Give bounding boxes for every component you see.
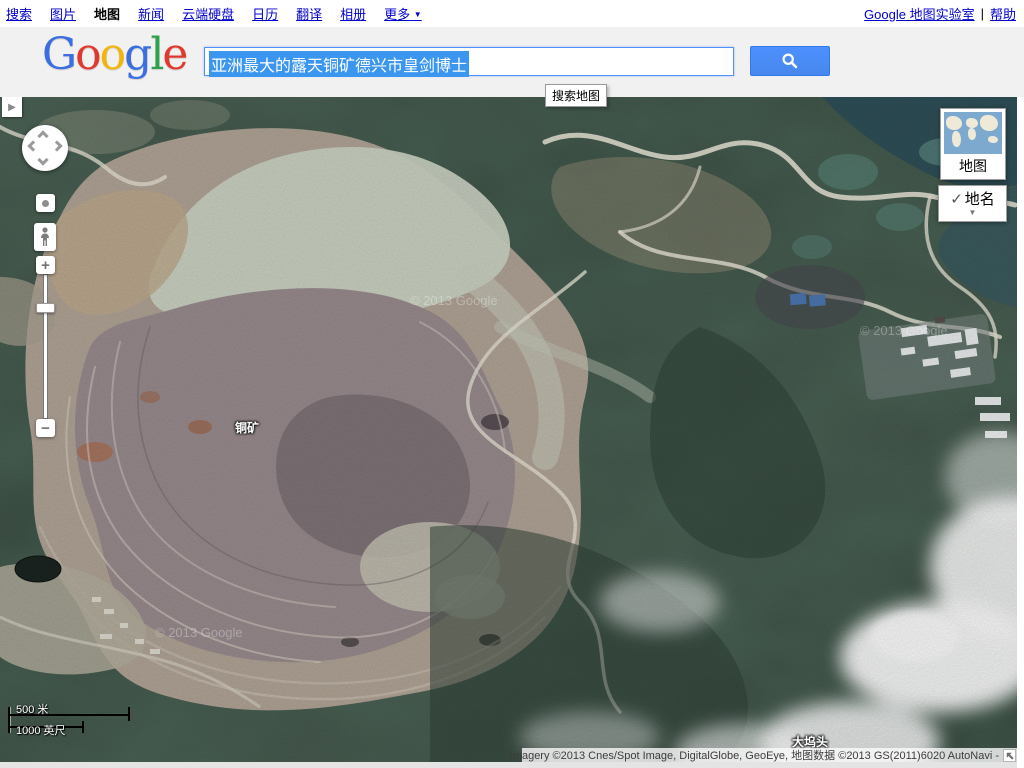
pegman-icon — [39, 227, 51, 247]
reset-view-button[interactable] — [36, 194, 55, 212]
scale-left-tick — [8, 707, 10, 733]
chevron-down-icon[interactable]: ▼ — [939, 209, 1006, 217]
right-gutter — [1017, 97, 1024, 768]
search-input[interactable]: 亚洲最大的露天铜矿德兴市皇剑博士 — [204, 47, 734, 76]
attribution-bar: Imagery ©2013 Cnes/Spot Image, DigitalGl… — [522, 748, 1017, 762]
nav-link-maps-labs[interactable]: Google 地图实验室 — [864, 4, 975, 23]
scale-metric-tick — [128, 707, 130, 721]
google-maps-page: 搜索 图片 地图 新闻 云端硬盘 日历 翻译 相册 更多 ▼ Google 地图… — [0, 0, 1024, 768]
nav-link-images[interactable]: 图片 — [50, 4, 76, 23]
checkmark-icon: ✓ — [950, 191, 963, 208]
map-canvas[interactable]: © 2013 Google © 2013 Google © 2013 Googl… — [0, 97, 1017, 762]
logo-letter: G — [42, 29, 75, 80]
chevron-right-icon: ▶ — [8, 102, 16, 113]
maptype-label: 地图 — [941, 156, 1005, 176]
expand-panel-button[interactable]: ▶ — [2, 97, 22, 117]
placenames-toggle[interactable]: ✓地名 ▼ — [938, 185, 1007, 222]
pan-up-icon[interactable] — [37, 130, 48, 141]
search-icon — [781, 52, 799, 70]
zoom-slider-track[interactable] — [43, 274, 48, 419]
scale-metric-label: 500 米 — [16, 701, 48, 717]
search-query-selected-text: 亚洲最大的露天铜矿德兴市皇剑博士 — [209, 51, 469, 77]
nav-left-links: 搜索 图片 地图 新闻 云端硬盘 日历 翻译 相册 更多 ▼ — [0, 4, 422, 23]
nav-link-more[interactable]: 更多 ▼ — [384, 4, 422, 23]
pan-control — [22, 125, 68, 171]
search-tooltip: 搜索地图 — [545, 84, 607, 107]
dot-icon — [42, 200, 49, 207]
pan-down-icon[interactable] — [37, 154, 48, 165]
nav-link-drive[interactable]: 云端硬盘 — [182, 4, 234, 23]
google-logo[interactable]: Google — [42, 29, 186, 80]
zoom-slider-handle[interactable] — [36, 303, 55, 313]
logo-letter: o — [75, 29, 100, 80]
maptype-map-button[interactable]: 地图 — [940, 108, 1006, 180]
nav-link-photos[interactable]: 相册 — [340, 4, 366, 23]
scale-bar: 500 米 1000 英尺 — [8, 705, 138, 735]
search-button[interactable] — [750, 46, 830, 76]
placenames-label: 地名 — [965, 191, 995, 208]
nav-link-news[interactable]: 新闻 — [138, 4, 164, 23]
nav-link-search[interactable]: 搜索 — [6, 4, 32, 23]
chevron-down-icon: ▼ — [414, 10, 422, 19]
world-map-thumbnail-icon — [944, 112, 1002, 154]
nav-right-links: Google 地图实验室 | 帮助 — [864, 4, 1024, 23]
map-label-copper-mine: 铜矿 — [235, 419, 259, 436]
imagery-watermark: © 2013 Google — [410, 293, 498, 308]
attribution-text: Imagery ©2013 Cnes/Spot Image, DigitalGl… — [510, 747, 1003, 762]
nav-more-label: 更多 — [384, 7, 410, 22]
pan-right-icon[interactable] — [51, 140, 62, 151]
imagery-watermark: © 2013 Google — [155, 625, 243, 640]
pan-left-icon[interactable] — [27, 140, 38, 151]
logo-letter: g — [124, 29, 150, 80]
scale-imperial-label: 1000 英尺 — [16, 722, 66, 738]
satellite-imagery — [0, 97, 1017, 762]
scale-imperial-tick — [82, 721, 84, 733]
imagery-watermark: © 2013 Google — [860, 323, 948, 338]
logo-letter: o — [100, 29, 125, 80]
zoom-out-button[interactable]: − — [36, 419, 55, 437]
nav-separator: | — [981, 6, 984, 21]
logo-letter: l — [150, 29, 162, 80]
nav-link-help[interactable]: 帮助 — [990, 4, 1016, 23]
nav-link-translate[interactable]: 翻译 — [296, 4, 322, 23]
collapse-attribution-button[interactable] — [1003, 749, 1016, 762]
zoom-in-button[interactable]: + — [36, 256, 55, 274]
pegman-streetview-button[interactable] — [34, 223, 56, 251]
arrow-up-left-icon — [1004, 750, 1015, 761]
bottom-strip — [0, 762, 1017, 768]
nav-link-maps[interactable]: 地图 — [94, 4, 120, 23]
search-header: Google 亚洲最大的露天铜矿德兴市皇剑博士 — [0, 27, 1024, 97]
logo-letter: e — [162, 29, 186, 80]
top-navigation: 搜索 图片 地图 新闻 云端硬盘 日历 翻译 相册 更多 ▼ Google 地图… — [0, 0, 1024, 27]
nav-link-calendar[interactable]: 日历 — [252, 4, 278, 23]
